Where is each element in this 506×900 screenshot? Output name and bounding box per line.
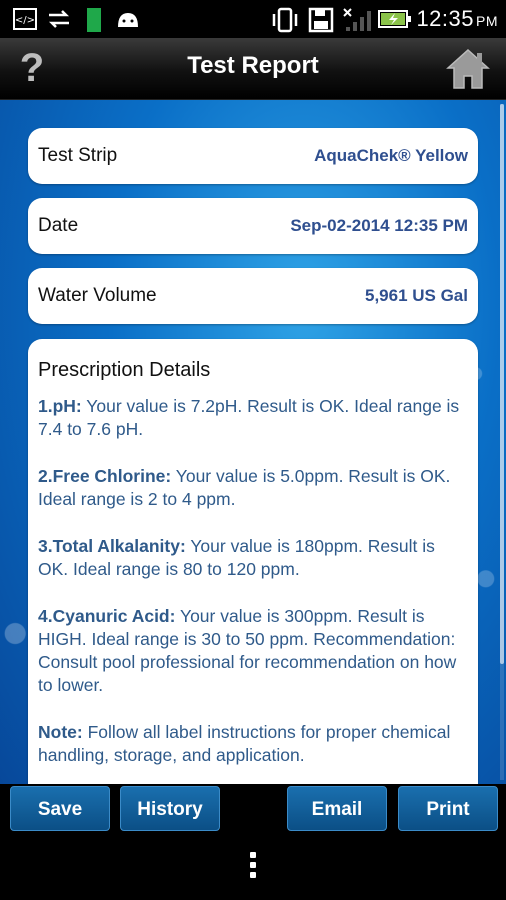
water-volume-card: Water Volume 5,961 US Gal bbox=[28, 268, 478, 324]
prescription-item-text: Your value is 7.2pH. Result is OK. Ideal… bbox=[38, 396, 460, 439]
prescription-item-total-alkalinity: 3.Total Alkalanity: Your value is 180ppm… bbox=[38, 535, 468, 581]
title-bar: ? Test Report bbox=[0, 38, 506, 100]
svg-text:</>: </> bbox=[15, 15, 35, 26]
water-volume-label: Water Volume bbox=[38, 285, 157, 306]
test-strip-label: Test Strip bbox=[38, 145, 118, 166]
scrollbar-thumb[interactable] bbox=[500, 104, 504, 664]
prescription-note: Note: Follow all label instructions for … bbox=[38, 721, 468, 767]
overflow-menu-icon[interactable] bbox=[249, 852, 257, 882]
navigation-bar bbox=[0, 834, 506, 900]
history-button[interactable]: History bbox=[120, 786, 220, 831]
prescription-title: Prescription Details bbox=[38, 359, 211, 381]
status-time: 12:35 PM bbox=[416, 6, 498, 32]
water-volume-value: 5,961 US Gal bbox=[364, 286, 468, 305]
test-strip-value: AquaChek® Yellow bbox=[314, 146, 468, 165]
date-value: Sep-02-2014 12:35 PM bbox=[290, 216, 468, 235]
prescription-item-ph: 1.pH: Your value is 7.2pH. Result is OK.… bbox=[38, 395, 468, 441]
prescription-item-free-chlorine: 2.Free Chlorine: Your value is 5.0ppm. R… bbox=[38, 465, 468, 511]
status-bar: </> 12:35 PM bbox=[0, 0, 506, 38]
prescription-card: Prescription Details 1.pH: Your value is… bbox=[28, 339, 478, 784]
page-title: Test Report bbox=[187, 52, 319, 79]
report-content: Test Strip AquaChek® Yellow Date Sep-02-… bbox=[0, 100, 506, 784]
date-card: Date Sep-02-2014 12:35 PM bbox=[28, 198, 478, 254]
android-icon bbox=[118, 13, 138, 27]
no-signal-icon bbox=[343, 8, 371, 31]
save-icon bbox=[308, 7, 334, 33]
prescription-item-heading: 2.Free Chlorine: bbox=[38, 466, 172, 486]
sync-icon bbox=[48, 10, 70, 28]
vibrate-icon bbox=[272, 7, 298, 33]
home-icon[interactable] bbox=[444, 46, 492, 92]
prescription-item-text: Follow all label instructions for proper… bbox=[38, 722, 451, 765]
save-button[interactable]: Save bbox=[10, 786, 110, 831]
prescription-item-heading: 1.pH: bbox=[38, 396, 82, 416]
email-button[interactable]: Email bbox=[287, 786, 387, 831]
battery-widget-icon bbox=[87, 8, 101, 32]
code-icon: </> bbox=[13, 8, 37, 30]
status-time-ampm: PM bbox=[476, 13, 498, 29]
prescription-item-heading: 3.Total Alkalanity: bbox=[38, 536, 186, 556]
print-button[interactable]: Print bbox=[398, 786, 498, 831]
test-strip-card: Test Strip AquaChek® Yellow bbox=[28, 128, 478, 184]
action-bar: Save History Email Print bbox=[0, 784, 506, 834]
battery-charging-icon bbox=[378, 10, 411, 28]
prescription-item-heading: Note: bbox=[38, 722, 83, 742]
prescription-item-heading: 4.Cyanuric Acid: bbox=[38, 606, 176, 626]
prescription-item-cyanuric-acid: 4.Cyanuric Acid: Your value is 300ppm. R… bbox=[38, 605, 468, 697]
status-time-value: 12:35 bbox=[416, 6, 474, 31]
prescription-body: 1.pH: Your value is 7.2pH. Result is OK.… bbox=[38, 395, 468, 784]
date-label: Date bbox=[38, 215, 79, 236]
